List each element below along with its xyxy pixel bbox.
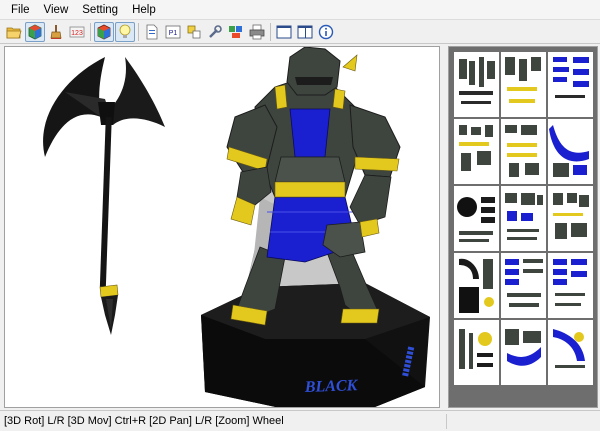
dual-pane-icon <box>297 25 313 38</box>
status-bar: [3D Rot] L/R [3D Mov] Ctrl+R [2D Pan] L/… <box>0 410 600 431</box>
status-hint-text: [3D Rot] L/R [3D Mov] Ctrl+R [2D Pan] L/… <box>4 415 284 427</box>
scythe-model <box>43 57 165 335</box>
page-number-badge: P1 <box>169 30 178 37</box>
page-number-button[interactable]: P1 <box>163 22 183 42</box>
svg-text:123: 123 <box>71 30 83 37</box>
texture-3d-button[interactable] <box>94 21 114 42</box>
pieces-button[interactable] <box>184 22 204 42</box>
info-icon <box>318 24 334 39</box>
page-setup-icon <box>146 24 158 39</box>
open-folder-button[interactable] <box>4 22 24 42</box>
edge-id-icon: 123 <box>69 26 85 37</box>
3d-view-icon <box>28 24 42 39</box>
status-pane-right <box>446 414 596 429</box>
tools-icon <box>209 24 222 38</box>
tools-button[interactable] <box>205 22 225 42</box>
3d-view-button[interactable] <box>25 21 45 42</box>
page-setup-button[interactable] <box>142 22 162 42</box>
toolbar-separator <box>90 22 91 41</box>
open-folder-icon <box>6 27 22 38</box>
2d-view-pane[interactable] <box>448 46 598 408</box>
print-icon <box>249 24 265 39</box>
single-pane-icon <box>276 25 292 38</box>
brush-icon <box>50 24 62 39</box>
3d-view-pane[interactable]: BLACK ▮▮▮▮▮▮▮ <box>4 46 440 408</box>
menu-view[interactable]: View <box>37 0 76 20</box>
pieces-icon <box>187 25 201 38</box>
toolbar: 123 P1 <box>0 20 600 44</box>
info-button[interactable] <box>316 22 336 42</box>
menu-bar: File View Setting Help <box>0 0 600 20</box>
pane-splitter[interactable] <box>440 46 448 408</box>
edge-id-button[interactable]: 123 <box>67 22 87 42</box>
texture-3d-icon <box>97 24 111 39</box>
3d-model-canvas[interactable]: BLACK ▮▮▮▮▮▮▮ <box>5 47 439 407</box>
brush-button[interactable] <box>46 22 66 42</box>
pepakura-window: File View Setting Help 123 P1 BLACK ▮▮▮▮… <box>0 0 600 431</box>
menu-help[interactable]: Help <box>125 0 163 20</box>
toolbar-separator <box>270 22 271 41</box>
print-button[interactable] <box>247 22 267 42</box>
unfold-button[interactable] <box>226 22 246 42</box>
lightbulb-icon <box>119 24 131 38</box>
menu-file[interactable]: File <box>4 0 37 20</box>
single-pane-button[interactable] <box>274 22 294 42</box>
menu-setting[interactable]: Setting <box>75 0 125 20</box>
base-text: BLACK <box>304 377 359 396</box>
base-model: BLACK ▮▮▮▮▮▮▮ <box>201 283 430 407</box>
dual-pane-button[interactable] <box>295 22 315 42</box>
lighting-button[interactable] <box>115 21 135 42</box>
pattern-sheets-canvas[interactable] <box>449 47 597 407</box>
unfold-icon <box>229 25 242 38</box>
toolbar-separator <box>138 22 139 41</box>
page-number-icon: P1 <box>165 25 181 38</box>
